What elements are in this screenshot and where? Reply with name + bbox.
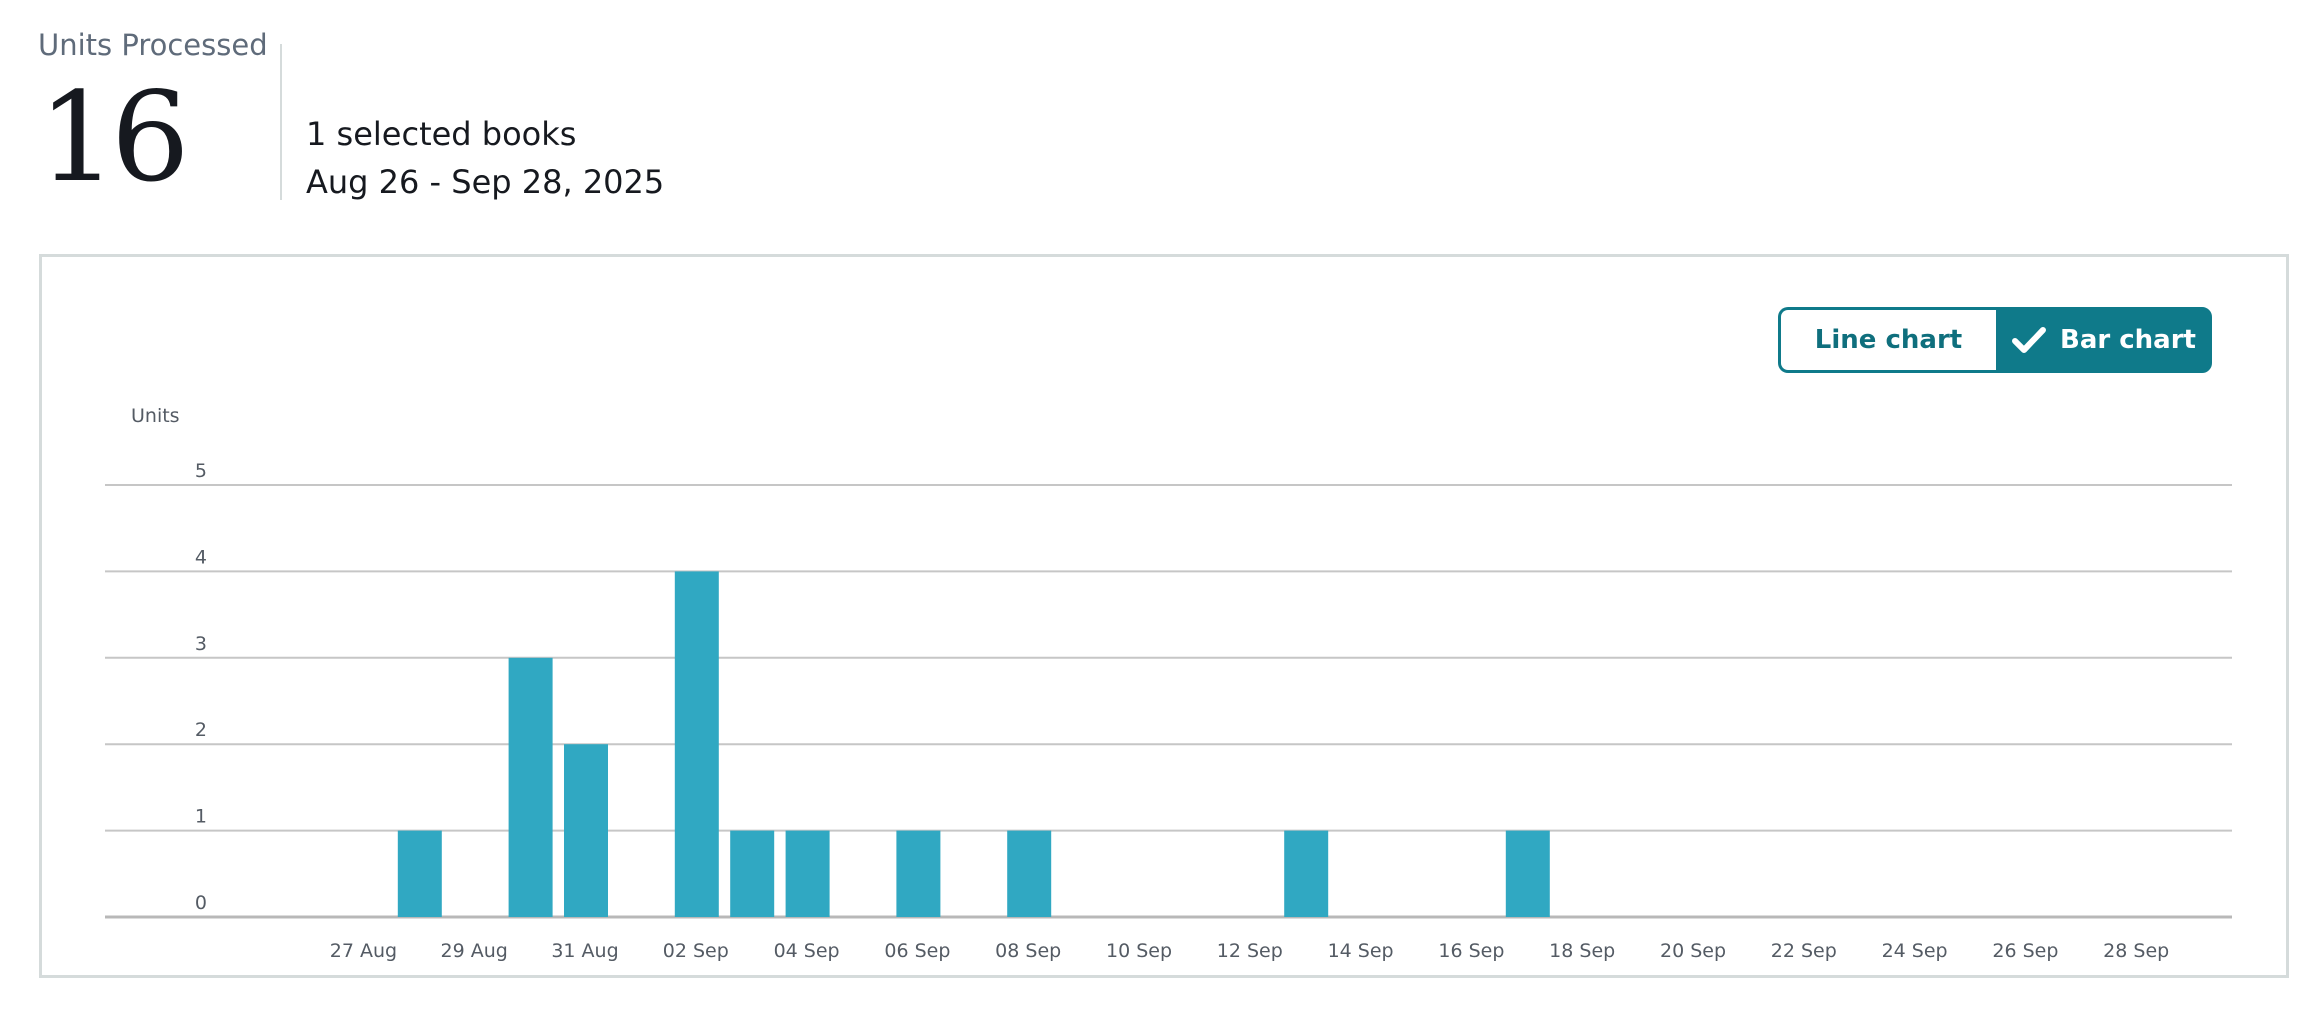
x-tick-label-22-sep: 22 Sep (1771, 940, 1837, 962)
x-tick-label-04-sep: 04 Sep (774, 940, 840, 962)
x-tick-label-10-sep: 10 Sep (1106, 940, 1172, 962)
bar-17-sep (1505, 830, 1550, 917)
bar-13-sep (1284, 830, 1329, 917)
x-tick-label-08-sep: 08 Sep (995, 940, 1061, 962)
x-tick-label-26-sep: 26 Sep (1992, 940, 2058, 962)
date-range: Aug 26 - Sep 28, 2025 (306, 163, 665, 201)
units-processed-summary: Units Processed 16 1 selected books Aug … (38, 24, 938, 204)
bar-chart-label: Bar chart (2060, 325, 2196, 355)
selected-books-count: 1 selected books (306, 115, 577, 153)
x-tick-label-06-sep: 06 Sep (884, 940, 950, 962)
x-tick-label-24-sep: 24 Sep (1882, 940, 1948, 962)
x-tick-label-02-sep: 02 Sep (663, 940, 729, 962)
bar-02-sep (674, 571, 719, 917)
y-tick-label-3: 3 (195, 633, 207, 655)
x-tick-label-27-aug: 27 Aug (330, 940, 397, 962)
y-axis-title: Units (131, 405, 180, 427)
bar-06-sep (896, 830, 941, 917)
bar-chart-button[interactable]: Bar chart (1996, 307, 2212, 373)
bar-04-sep (785, 830, 830, 917)
bar-31-aug (564, 744, 608, 917)
y-tick-label-0: 0 (195, 892, 207, 914)
metric-label: Units Processed (38, 28, 268, 62)
line-chart-label: Line chart (1814, 325, 1963, 355)
line-chart-button[interactable]: Line chart (1778, 307, 1996, 373)
x-tick-label-16-sep: 16 Sep (1438, 940, 1504, 962)
x-tick-label-20-sep: 20 Sep (1660, 940, 1726, 962)
bar-28-aug (397, 830, 442, 917)
x-tick-label-31-aug: 31 Aug (551, 940, 618, 962)
y-tick-label-4: 4 (195, 546, 207, 568)
y-tick-label-2: 2 (195, 719, 207, 741)
chart-panel: Units 0 1 2 3 4 5 27 Aug 29 Aug 31 Aug 02 Sep 04 Se… (39, 254, 2289, 978)
metric-value: 16 (38, 66, 190, 210)
x-tick-label-12-sep: 12 Sep (1217, 940, 1283, 962)
bar-30-aug (508, 657, 553, 917)
checkmark-icon (2012, 327, 2047, 353)
summary-divider (280, 44, 282, 200)
y-tick-label-5: 5 (195, 460, 207, 482)
y-tick-label-1: 1 (195, 806, 207, 828)
x-tick-label-28-sep: 28 Sep (2103, 940, 2169, 962)
x-tick-label-18-sep: 18 Sep (1549, 940, 1615, 962)
bar-08-sep (1007, 830, 1052, 917)
summary-meta: 1 selected books Aug 26 - Sep 28, 2025 (306, 110, 664, 206)
x-tick-label-14-sep: 14 Sep (1328, 940, 1394, 962)
chart-type-toggle: Line chart Bar chart (1778, 307, 2212, 373)
x-tick-label-29-aug: 29 Aug (441, 940, 508, 962)
bar-03-sep (730, 830, 775, 917)
